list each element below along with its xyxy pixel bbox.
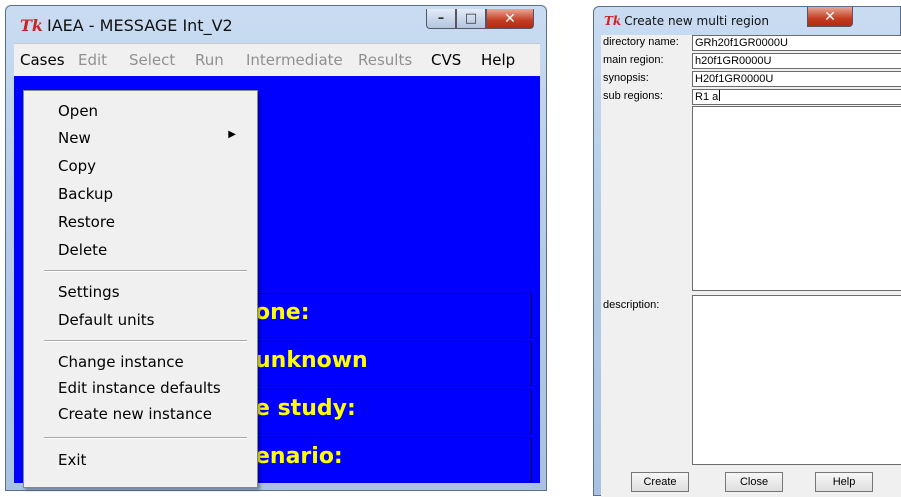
description-label: description: (603, 299, 660, 311)
main-region-label: main region: (603, 54, 664, 66)
menu-item-exit[interactable]: Exit (58, 451, 86, 469)
menu-separator (44, 437, 247, 439)
help-button[interactable]: Help (815, 472, 873, 492)
menu-separator (44, 270, 247, 272)
info-row-text: enario: (255, 444, 343, 469)
description-textarea[interactable] (692, 295, 901, 465)
directory-name-label: directory name: (603, 36, 679, 48)
menu-item-copy[interactable]: Copy (58, 157, 96, 175)
menu-item-settings[interactable]: Settings (58, 283, 120, 301)
main-region-value: h20f1GR0000U (695, 55, 772, 67)
tk-logo-icon: Tk (20, 16, 43, 35)
menu-run[interactable]: Run (195, 51, 224, 69)
minimize-icon: – (437, 11, 445, 26)
dialog-body: directory name: GRh20f1GR0000U main regi… (601, 35, 901, 497)
menu-separator (44, 340, 247, 342)
menu-item-new[interactable]: New ▶ (58, 129, 248, 147)
directory-name-field[interactable]: GRh20f1GR0000U (692, 35, 901, 51)
menu-cases[interactable]: Cases (20, 51, 65, 69)
menu-item-new-label: New (58, 129, 91, 147)
menu-item-create-new-instance[interactable]: Create new instance (58, 405, 212, 423)
menu-item-edit-instance-defaults[interactable]: Edit instance defaults (58, 379, 221, 397)
directory-name-value: GRh20f1GR0000U (695, 37, 788, 49)
menu-cvs[interactable]: CVS (431, 51, 461, 69)
close-icon: ✕ (504, 11, 516, 27)
info-row-text: e study: (255, 396, 356, 421)
dialog-title-text: Create new multi region (624, 14, 769, 28)
sub-regions-field[interactable]: R1 a (692, 89, 901, 105)
text-cursor (719, 90, 721, 101)
menu-item-backup[interactable]: Backup (58, 185, 113, 203)
sub-regions-value: R1 a (695, 91, 719, 103)
menubar: Cases Edit Select Run Intermediate Resul… (14, 43, 540, 76)
menu-item-open[interactable]: Open (58, 102, 98, 120)
menu-item-default-units[interactable]: Default units (58, 311, 154, 329)
menu-item-restore[interactable]: Restore (58, 213, 115, 231)
menu-edit[interactable]: Edit (78, 51, 107, 69)
menu-results[interactable]: Results (358, 51, 412, 69)
close-icon: ✕ (824, 9, 836, 25)
info-row-text: one: (255, 300, 310, 325)
info-row-text: unknown (255, 348, 368, 373)
main-region-field[interactable]: h20f1GR0000U (692, 53, 901, 69)
create-multi-region-dialog: Tk Create new multi region ✕ directory na… (593, 6, 901, 497)
create-button[interactable]: Create (631, 472, 689, 492)
minimize-button[interactable]: – (426, 9, 456, 29)
maximize-icon: □ (464, 11, 478, 26)
sub-regions-label: sub regions: (603, 90, 663, 102)
dialog-close-button[interactable]: ✕ (807, 7, 853, 27)
menu-item-change-instance[interactable]: Change instance (58, 353, 184, 371)
maximize-button[interactable]: □ (456, 9, 486, 29)
tk-logo-icon: Tk (604, 14, 622, 28)
sub-regions-list[interactable] (692, 106, 901, 291)
menu-item-delete[interactable]: Delete (58, 241, 107, 259)
submenu-arrow-icon: ▶ (228, 129, 236, 140)
window-title: Tk IAEA - MESSAGE Int_V2 (20, 16, 233, 35)
close-dialog-button[interactable]: Close (725, 472, 783, 492)
window-title-text: IAEA - MESSAGE Int_V2 (47, 16, 233, 35)
menu-select[interactable]: Select (129, 51, 175, 69)
menu-intermediate[interactable]: Intermediate (246, 51, 343, 69)
synopsis-label: synopsis: (603, 72, 649, 84)
synopsis-field[interactable]: H20f1GR0000U (692, 71, 901, 87)
synopsis-value: H20f1GR0000U (695, 73, 774, 85)
cases-dropdown-menu: Open New ▶ Copy Backup Restore Delete Set… (23, 90, 258, 488)
dialog-title: Tk Create new multi region (604, 14, 769, 28)
menu-help[interactable]: Help (481, 51, 515, 69)
close-button[interactable]: ✕ (486, 9, 534, 29)
caption-buttons: – □ ✕ (426, 9, 534, 29)
